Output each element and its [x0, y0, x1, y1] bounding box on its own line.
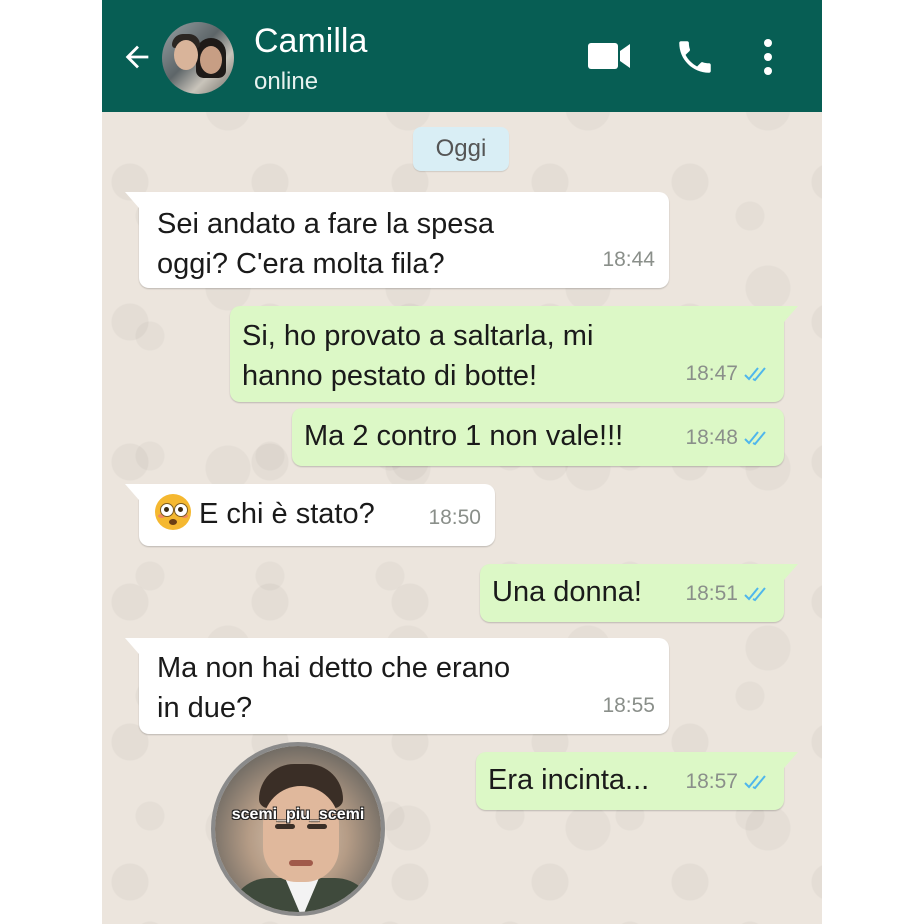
message-text: Sei andato a fare la spesa oggi? C'era m… — [157, 208, 494, 280]
message-text: Una donna! — [492, 576, 642, 608]
contact-name[interactable]: Camilla — [254, 22, 367, 61]
message-meta: 18:50 — [428, 498, 481, 538]
outgoing-message[interactable]: Ma 2 contro 1 non vale!!! 18:48 — [292, 408, 784, 466]
flushed-face-emoji — [155, 494, 191, 531]
message-time: 18:48 — [685, 426, 738, 449]
contact-status: online — [254, 68, 319, 95]
watermark-logo: scemi_piu_scemi — [211, 742, 385, 916]
date-chip: Oggi — [413, 127, 509, 171]
message-meta: 18:55 — [602, 686, 655, 726]
incoming-message[interactable]: E chi è stato? 18:50 — [125, 484, 495, 546]
message-meta: 18:47 — [685, 354, 770, 394]
back-arrow-icon[interactable] — [120, 40, 154, 74]
outgoing-message[interactable]: Una donna! 18:51 — [480, 564, 798, 622]
message-meta: 18:57 — [685, 762, 770, 802]
message-time: 18:44 — [602, 248, 655, 271]
message-meta: 18:44 — [602, 240, 655, 280]
message-time: 18:51 — [685, 582, 738, 605]
read-ticks-icon — [744, 431, 766, 446]
message-meta: 18:51 — [685, 574, 770, 614]
read-ticks-icon — [744, 775, 766, 790]
message-text: E chi è stato? — [155, 494, 375, 534]
message-text: Era incinta... — [488, 764, 650, 796]
incoming-message[interactable]: Ma non hai detto che erano in due? 18:55 — [125, 638, 669, 734]
incoming-message[interactable]: Sei andato a fare la spesa oggi? C'era m… — [125, 192, 669, 288]
avatar[interactable] — [162, 22, 234, 94]
message-text: Ma 2 contro 1 non vale!!! — [304, 420, 624, 452]
read-ticks-icon — [744, 367, 766, 382]
video-call-icon[interactable] — [586, 36, 632, 76]
message-text: Si, ho provato a saltarla, mi hanno pest… — [242, 320, 594, 392]
outgoing-message[interactable]: Si, ho provato a saltarla, mi hanno pest… — [230, 306, 798, 402]
read-ticks-icon — [744, 587, 766, 602]
message-meta: 18:48 — [685, 418, 770, 458]
message-time: 18:55 — [602, 694, 655, 717]
message-time: 18:57 — [685, 770, 738, 793]
message-time: 18:50 — [428, 506, 481, 529]
phone-icon[interactable] — [674, 36, 716, 78]
chat-screen: Camilla online Oggi Sei andato a fare la… — [102, 0, 822, 924]
chat-header: Camilla online — [102, 0, 822, 112]
message-text: Ma non hai detto che erano in due? — [157, 652, 511, 724]
outgoing-message[interactable]: Era incinta... 18:57 — [476, 752, 798, 810]
more-vert-icon[interactable] — [758, 36, 778, 78]
message-time: 18:47 — [685, 362, 738, 385]
watermark-label: scemi_piu_scemi — [231, 806, 365, 823]
